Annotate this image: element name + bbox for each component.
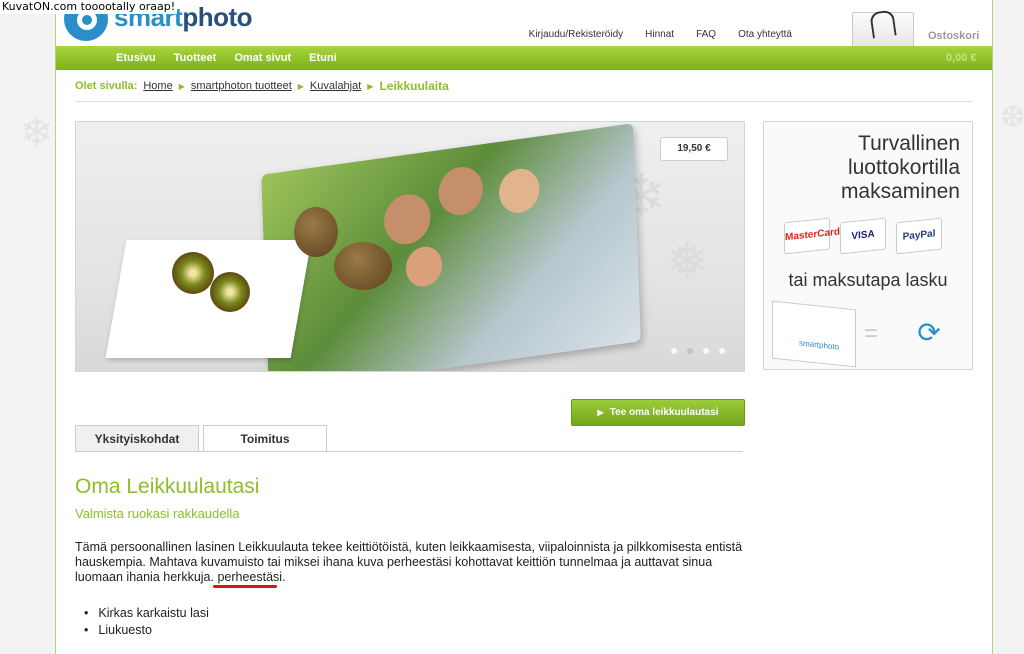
product-tabs: Yksityiskohdat Toimitus: [75, 425, 327, 452]
logo-text-part2: photo: [182, 1, 253, 32]
parcel-icon: smartphoto: [772, 300, 856, 368]
kiwi-half: [172, 252, 214, 294]
tab-delivery[interactable]: Toimitus: [203, 425, 327, 452]
nav-item-benefits[interactable]: Etuni: [309, 52, 337, 64]
cart-label[interactable]: Ostoskori: [928, 30, 979, 42]
faq-link[interactable]: FAQ: [696, 29, 716, 40]
breadcrumb-separator-icon: ▶: [178, 81, 185, 91]
slide-dot-active[interactable]: [687, 348, 693, 354]
contact-link[interactable]: Ota yhteyttä: [738, 29, 792, 40]
snowflake-icon: ❄: [20, 110, 54, 156]
person-figure: [383, 191, 432, 248]
breadcrumb-label: Olet sivulla:: [75, 80, 138, 92]
tab-details[interactable]: Yksityiskohdat: [75, 425, 199, 452]
kiwi-half: [210, 272, 250, 312]
promo-subtitle: tai maksutapa lasku: [788, 270, 948, 290]
bank-icon: ⟳: [917, 317, 941, 348]
breadcrumb-link-products[interactable]: smartphoton tuotteet: [191, 80, 292, 92]
login-register-link[interactable]: Kirjaudu/Rekisteröidy: [529, 29, 624, 40]
breadcrumb: Olet sivulla: Home ▶ smartphoton tuottee…: [75, 79, 449, 93]
tabs-divider: [75, 451, 743, 452]
nav-item-home[interactable]: Etusivu: [116, 52, 156, 64]
nav-item-my-pages[interactable]: Omat sivut: [234, 52, 291, 64]
product-subtitle: Valmista ruokasi rakkaudella: [75, 506, 240, 521]
breadcrumb-separator-icon: ▶: [367, 81, 374, 91]
product-hero-image[interactable]: ❄ ❅ 19,50 €: [75, 121, 745, 372]
breadcrumb-link-photo-gifts[interactable]: Kuvalahjat: [310, 80, 361, 92]
cta-label: Tee oma leikkuulautasi: [609, 407, 719, 418]
person-figure: [498, 166, 541, 216]
person-figure: [405, 244, 443, 290]
promo-title: Turvallinen luottokortilla maksaminen: [841, 132, 960, 204]
create-cutting-board-button[interactable]: ▶ Tee oma leikkuulautasi: [571, 399, 745, 426]
product-description: Tämä persoonallinen lasinen Leikkuulauta…: [75, 540, 743, 584]
main-nav: Etusivu Tuotteet Omat sivut Etuni: [56, 46, 992, 70]
feature-list: Kirkas karkaistu lasi Liukuesto: [98, 605, 209, 639]
header: smartphoto Kirjaudu/Rekisteröidy Hinnat …: [56, 0, 992, 68]
feature-item: Liukuesto: [98, 622, 209, 639]
cart-total: 0,00 €: [946, 52, 977, 64]
nav-item-products[interactable]: Tuotteet: [174, 52, 217, 64]
breadcrumb-link-home[interactable]: Home: [143, 80, 172, 92]
payment-promo-banner[interactable]: Turvallinen luottokortilla maksaminen Ma…: [763, 121, 973, 370]
parcel-brand: smartphoto: [799, 338, 840, 352]
visa-icon: VISA: [840, 217, 886, 255]
divider: [75, 101, 973, 102]
arrow-right-icon: ▶: [597, 408, 604, 417]
slide-indicators: [671, 348, 725, 354]
equals-icon: =: [864, 320, 879, 347]
breadcrumb-current: Leikkuulaita: [379, 79, 449, 93]
snowflake-icon: ❅: [666, 232, 708, 290]
product-title: Oma Leikkuulautasi: [75, 475, 260, 498]
payment-cards: MasterCard VISA PayPal: [784, 217, 942, 255]
person-figure: [437, 164, 484, 218]
page-container: smartphoto Kirjaudu/Rekisteröidy Hinnat …: [55, 0, 993, 654]
prices-link[interactable]: Hinnat: [645, 29, 674, 40]
red-underline-annotation: [213, 585, 277, 588]
watermark-text: KuvatON.com tooootally oraap!: [0, 0, 178, 14]
breadcrumb-separator-icon: ▶: [297, 81, 304, 91]
paypal-icon: PayPal: [896, 217, 942, 255]
promo-title-line: maksaminen: [840, 180, 960, 203]
plate: [105, 240, 312, 358]
top-links: Kirjaudu/Rekisteröidy Hinnat FAQ Ota yht…: [529, 29, 792, 40]
bag-handle: [869, 9, 897, 39]
kiwi-whole: [334, 242, 392, 290]
mastercard-icon: MasterCard: [784, 217, 840, 255]
snowflake-icon: ❆: [1000, 100, 1024, 135]
slide-dot[interactable]: [719, 348, 725, 354]
nav-items: Etusivu Tuotteet Omat sivut Etuni: [116, 46, 337, 70]
promo-title-line: Turvallinen: [858, 132, 960, 155]
feature-item: Kirkas karkaistu lasi: [98, 605, 208, 622]
slide-dot[interactable]: [671, 348, 677, 354]
promo-title-line: luottokortilla: [847, 156, 960, 179]
slide-dot[interactable]: [703, 348, 709, 354]
kiwi-whole: [294, 207, 338, 257]
price-tag: 19,50 €: [660, 137, 728, 161]
